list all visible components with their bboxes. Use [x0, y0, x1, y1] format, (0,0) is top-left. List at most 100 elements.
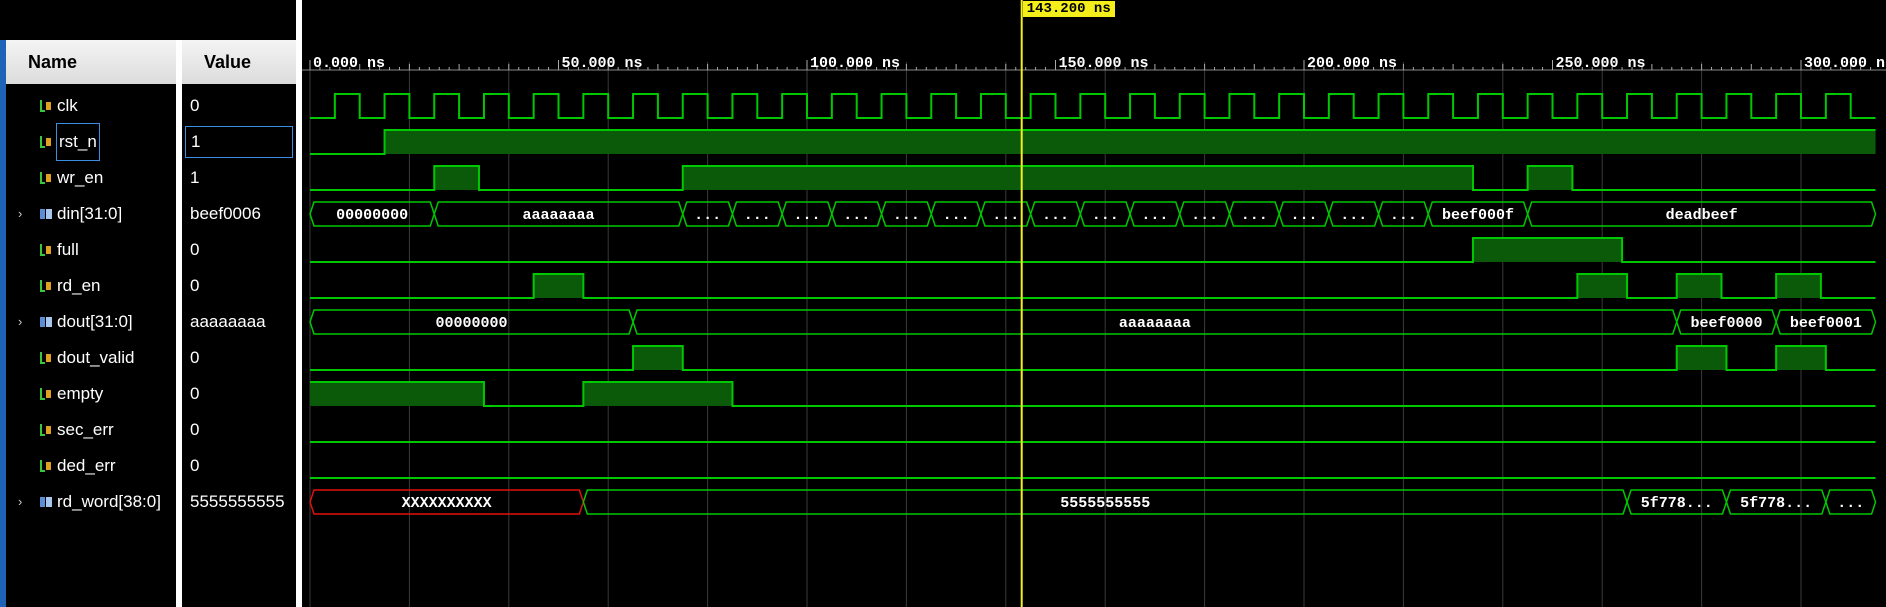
- dout-bus-value: aaaaaaaa: [1119, 315, 1191, 332]
- signal-value-rd-en: 0: [190, 276, 200, 295]
- signal-value-sec-err: 0: [190, 420, 200, 439]
- signal-value-dout: aaaaaaaa: [190, 312, 266, 331]
- din-bus-value: ...: [744, 207, 771, 224]
- waveform-viewer: Name Value clk 0 rst_n 1 wr_en 1 › din[31:0] bee…: [0, 0, 1886, 607]
- din-bus-value: ...: [943, 207, 970, 224]
- ruler-tick-label: 300.000 ns: [1804, 55, 1886, 72]
- din-bus-value: ...: [1290, 207, 1317, 224]
- signal-name: dout[31:0]: [57, 312, 133, 331]
- signal-row-ded-err[interactable]: ded_err: [6, 448, 176, 484]
- clk-waveform[interactable]: [310, 93, 1876, 119]
- signal-row-rst-n[interactable]: rst_n: [6, 123, 176, 161]
- expand-chevron-icon[interactable]: ›: [18, 304, 30, 340]
- bit-signal-icon: [40, 280, 51, 292]
- bit-signal-icon: [40, 244, 51, 256]
- din-bus-value: ...: [1042, 207, 1069, 224]
- dout_valid-high-fill: [1776, 346, 1826, 370]
- rd_en-high-fill: [533, 274, 584, 298]
- rd_en-high-fill: [1577, 274, 1628, 298]
- expand-chevron-icon[interactable]: ›: [18, 196, 30, 232]
- signal-value-clk: 0: [190, 96, 200, 115]
- signal-value-dout-valid: 0: [190, 348, 200, 367]
- signal-name: empty: [57, 384, 104, 403]
- wr_en-high-fill: [1527, 166, 1573, 190]
- bit-signal-icon: [40, 352, 51, 364]
- bit-signal-icon: [40, 100, 51, 112]
- wr_en-high-fill: [434, 166, 479, 190]
- din-bus-value: ...: [694, 207, 721, 224]
- rst_n-high-fill: [384, 130, 1876, 154]
- din-bus-value: ...: [992, 207, 1019, 224]
- rd_en-high-fill: [1676, 274, 1722, 298]
- full-waveform[interactable]: [310, 237, 1876, 263]
- signal-name: dout_valid: [57, 348, 135, 367]
- bit-signal-icon: [40, 424, 51, 436]
- bus-signal-icon: [40, 317, 52, 327]
- signal-row-rd-word[interactable]: › rd_word[38:0]: [6, 484, 176, 520]
- signal-row-empty[interactable]: empty: [6, 376, 176, 412]
- empty-waveform[interactable]: [310, 381, 1876, 407]
- din-bus-value: ...: [1092, 207, 1119, 224]
- rd_word-bus-value: XXXXXXXXXX: [402, 495, 492, 512]
- empty-high-fill: [583, 382, 733, 406]
- dout-bus-value: beef0000: [1690, 315, 1762, 332]
- dout-bus-value: 00000000: [436, 315, 508, 332]
- signal-value-edit-field[interactable]: 1: [185, 126, 293, 158]
- din-bus-value: ...: [843, 207, 870, 224]
- cursor-time-label[interactable]: 143.200 ns: [1022, 1, 1115, 17]
- rd_word-bus-value: 5f778...: [1740, 495, 1812, 512]
- rd_en-high-fill: [1776, 274, 1821, 298]
- signal-name: clk: [57, 96, 78, 115]
- din-bus-value: 00000000: [336, 207, 408, 224]
- bus-signal-icon: [40, 209, 52, 219]
- din-bus-value: ...: [1340, 207, 1367, 224]
- signal-row-din[interactable]: › din[31:0]: [6, 196, 176, 232]
- full-high-fill: [1472, 238, 1623, 262]
- waveform-canvas[interactable]: 0.000 ns 50.000 ns 100.000 ns 150.000 ns 200…: [302, 0, 1886, 607]
- empty-high-fill: [310, 382, 484, 406]
- signal-value-full: 0: [190, 240, 200, 259]
- signal-row-sec-err[interactable]: sec_err: [6, 412, 176, 448]
- signal-row-dout[interactable]: › dout[31:0]: [6, 304, 176, 340]
- signal-row-clk[interactable]: clk: [6, 88, 176, 124]
- din-bus-value: ...: [1241, 207, 1268, 224]
- signal-name: rd_en: [57, 276, 101, 295]
- name-column-header[interactable]: Name: [6, 40, 176, 84]
- dout_valid-high-fill: [633, 346, 683, 370]
- signal-name: ded_err: [57, 456, 116, 475]
- rd_word-bus-value: ...: [1837, 495, 1864, 512]
- ruler-tick-label: 0.000 ns: [313, 55, 385, 72]
- signal-name: full: [57, 240, 79, 259]
- signal-value-ded-err: 0: [190, 456, 200, 475]
- signal-value-empty: 0: [190, 384, 200, 403]
- din-bus-value: beef000f: [1442, 207, 1514, 224]
- bus-signal-icon: [40, 497, 52, 507]
- ruler-tick-label: 250.000 ns: [1556, 55, 1646, 72]
- din-bus-value: ...: [1141, 207, 1168, 224]
- signal-name: wr_en: [57, 168, 104, 187]
- value-column-header[interactable]: Value: [182, 40, 296, 84]
- rd_word-bus-value: 5f778...: [1641, 495, 1713, 512]
- signal-value-din: beef0006: [190, 204, 261, 223]
- signal-value-wr-en: 1: [190, 168, 200, 187]
- din-bus-value: aaaaaaaa: [522, 207, 594, 224]
- bit-signal-icon: [40, 136, 51, 148]
- waveform-area[interactable]: 0.000 ns 50.000 ns 100.000 ns 150.000 ns 200…: [302, 0, 1886, 607]
- signal-name: sec_err: [57, 420, 114, 439]
- wr_en-high-fill: [682, 166, 1473, 190]
- signal-name: din[31:0]: [57, 204, 123, 223]
- signal-row-rd-en[interactable]: rd_en: [6, 268, 176, 304]
- signal-row-wr-en[interactable]: wr_en: [6, 160, 176, 196]
- signal-row-full[interactable]: full: [6, 232, 176, 268]
- bit-signal-icon: [40, 388, 51, 400]
- din-bus-value: ...: [893, 207, 920, 224]
- signal-name: rst_n: [56, 123, 100, 161]
- ruler-tick-label: 50.000 ns: [562, 55, 643, 72]
- expand-chevron-icon[interactable]: ›: [18, 484, 30, 520]
- signal-row-dout-valid[interactable]: dout_valid: [6, 340, 176, 376]
- dout-bus-value: beef0001: [1790, 315, 1862, 332]
- dout_valid-waveform[interactable]: [310, 345, 1876, 371]
- din-bus-value: ...: [1191, 207, 1218, 224]
- rd_word-bus-value: 5555555555: [1060, 495, 1150, 512]
- dout_valid-high-fill: [1676, 346, 1727, 370]
